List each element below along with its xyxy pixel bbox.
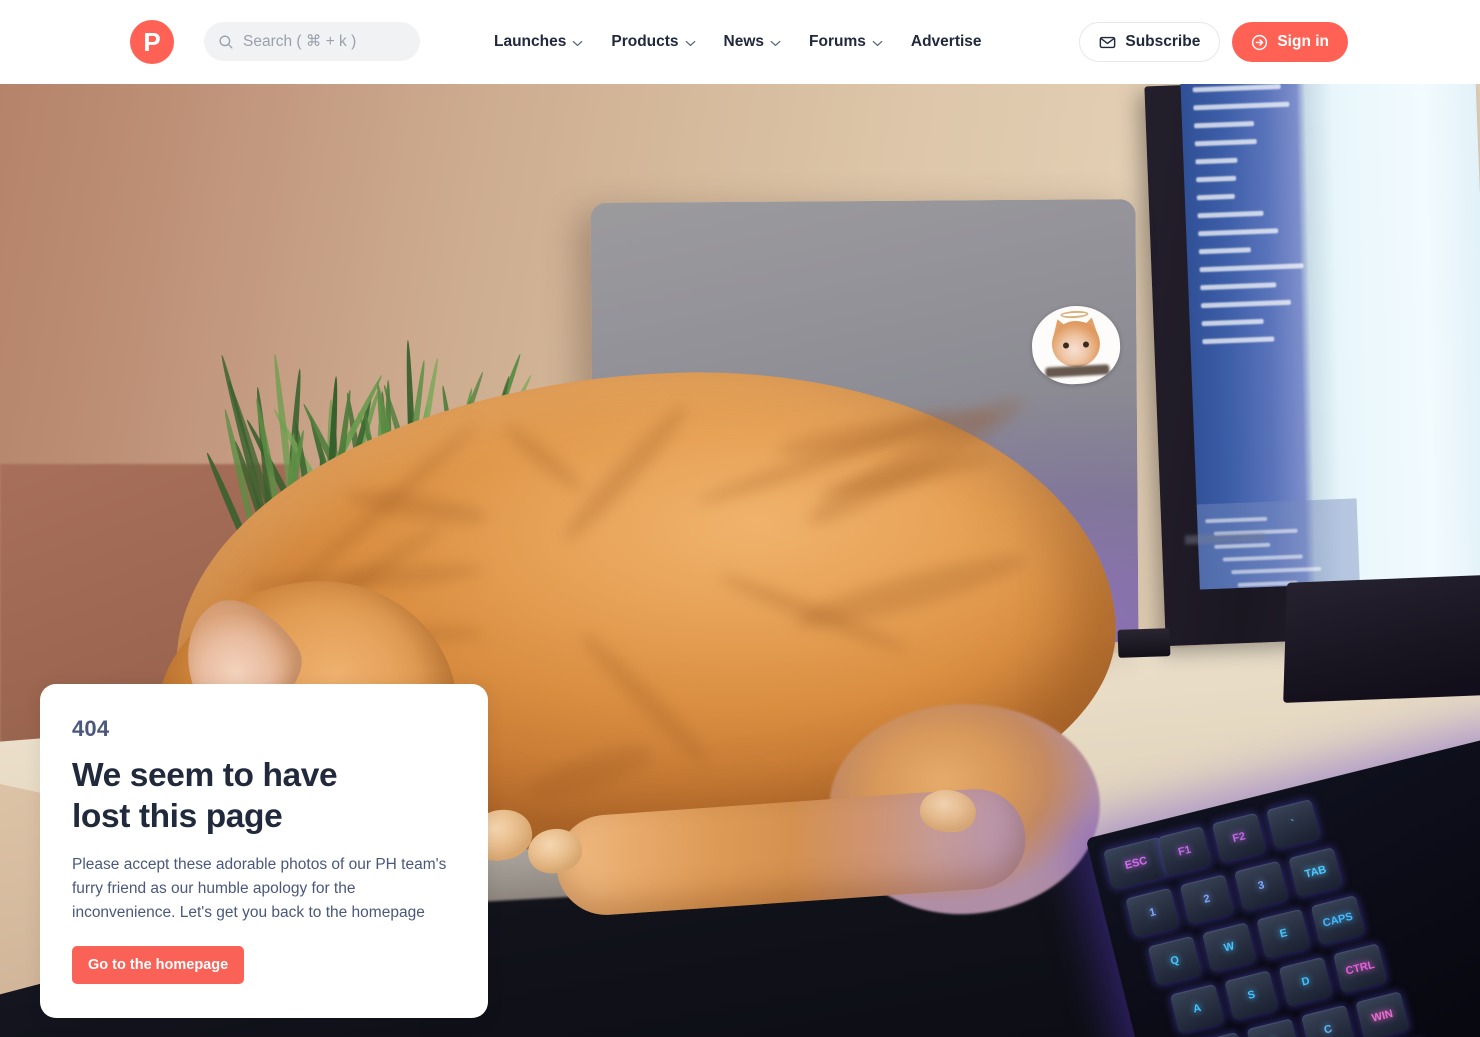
error-title-line-1: We seem to have xyxy=(72,757,337,794)
nav-label: Forums xyxy=(809,33,866,51)
nav-label: Launches xyxy=(494,33,566,51)
chevron-down-icon xyxy=(685,40,696,47)
nav-item-launches[interactable]: Launches xyxy=(494,33,583,51)
error-code: 404 xyxy=(72,716,456,742)
search-placeholder: Search ( ⌘ + k ) xyxy=(243,32,356,51)
monitor-screen xyxy=(1180,84,1480,589)
search-input[interactable]: Search ( ⌘ + k ) xyxy=(204,22,420,61)
nav-item-advertise[interactable]: Advertise xyxy=(911,33,982,51)
search-icon xyxy=(218,34,234,50)
chevron-down-icon xyxy=(872,40,883,47)
site-header: P Search ( ⌘ + k ) Launches Products New… xyxy=(0,0,1480,84)
sign-in-button[interactable]: Sign in xyxy=(1232,22,1348,62)
main-navigation: Launches Products News Forums Advertise xyxy=(494,0,982,84)
logo-letter: P xyxy=(143,29,160,55)
chevron-down-icon xyxy=(572,40,583,47)
error-card: 404 We seem to have lost this page Pleas… xyxy=(40,684,488,1018)
subscribe-button[interactable]: Subscribe xyxy=(1079,22,1220,62)
nav-item-forums[interactable]: Forums xyxy=(809,33,883,51)
error-description: Please accept these adorable photos of o… xyxy=(72,853,447,925)
monitor-stand xyxy=(1283,575,1480,703)
product-hunt-logo[interactable]: P xyxy=(130,20,174,64)
subscribe-label: Subscribe xyxy=(1125,33,1200,51)
cat-fur-stripe xyxy=(499,420,587,498)
page-root: P Search ( ⌘ + k ) Launches Products New… xyxy=(0,0,1480,1037)
sign-in-label: Sign in xyxy=(1277,33,1329,51)
macbook-hinge xyxy=(1118,628,1171,658)
cat-fur-stripe xyxy=(525,736,658,809)
nav-label: News xyxy=(724,33,765,51)
design-tool-layer-list xyxy=(1193,84,1323,357)
header-actions: Subscribe Sign in xyxy=(1079,22,1348,62)
nav-item-products[interactable]: Products xyxy=(611,33,695,51)
nav-item-news[interactable]: News xyxy=(724,33,782,51)
go-to-homepage-button[interactable]: Go to the homepage xyxy=(72,946,244,984)
sign-in-arrow-icon xyxy=(1251,34,1268,51)
design-tool-layer-tree xyxy=(1205,514,1343,589)
nav-label: Advertise xyxy=(911,33,982,51)
error-title-line-2: lost this page xyxy=(72,798,282,835)
nav-label: Products xyxy=(611,33,678,51)
envelope-icon xyxy=(1099,34,1116,51)
error-title: We seem to have lost this page xyxy=(72,756,456,837)
cat-fur-stripe xyxy=(556,399,695,549)
chevron-down-icon xyxy=(770,40,781,47)
